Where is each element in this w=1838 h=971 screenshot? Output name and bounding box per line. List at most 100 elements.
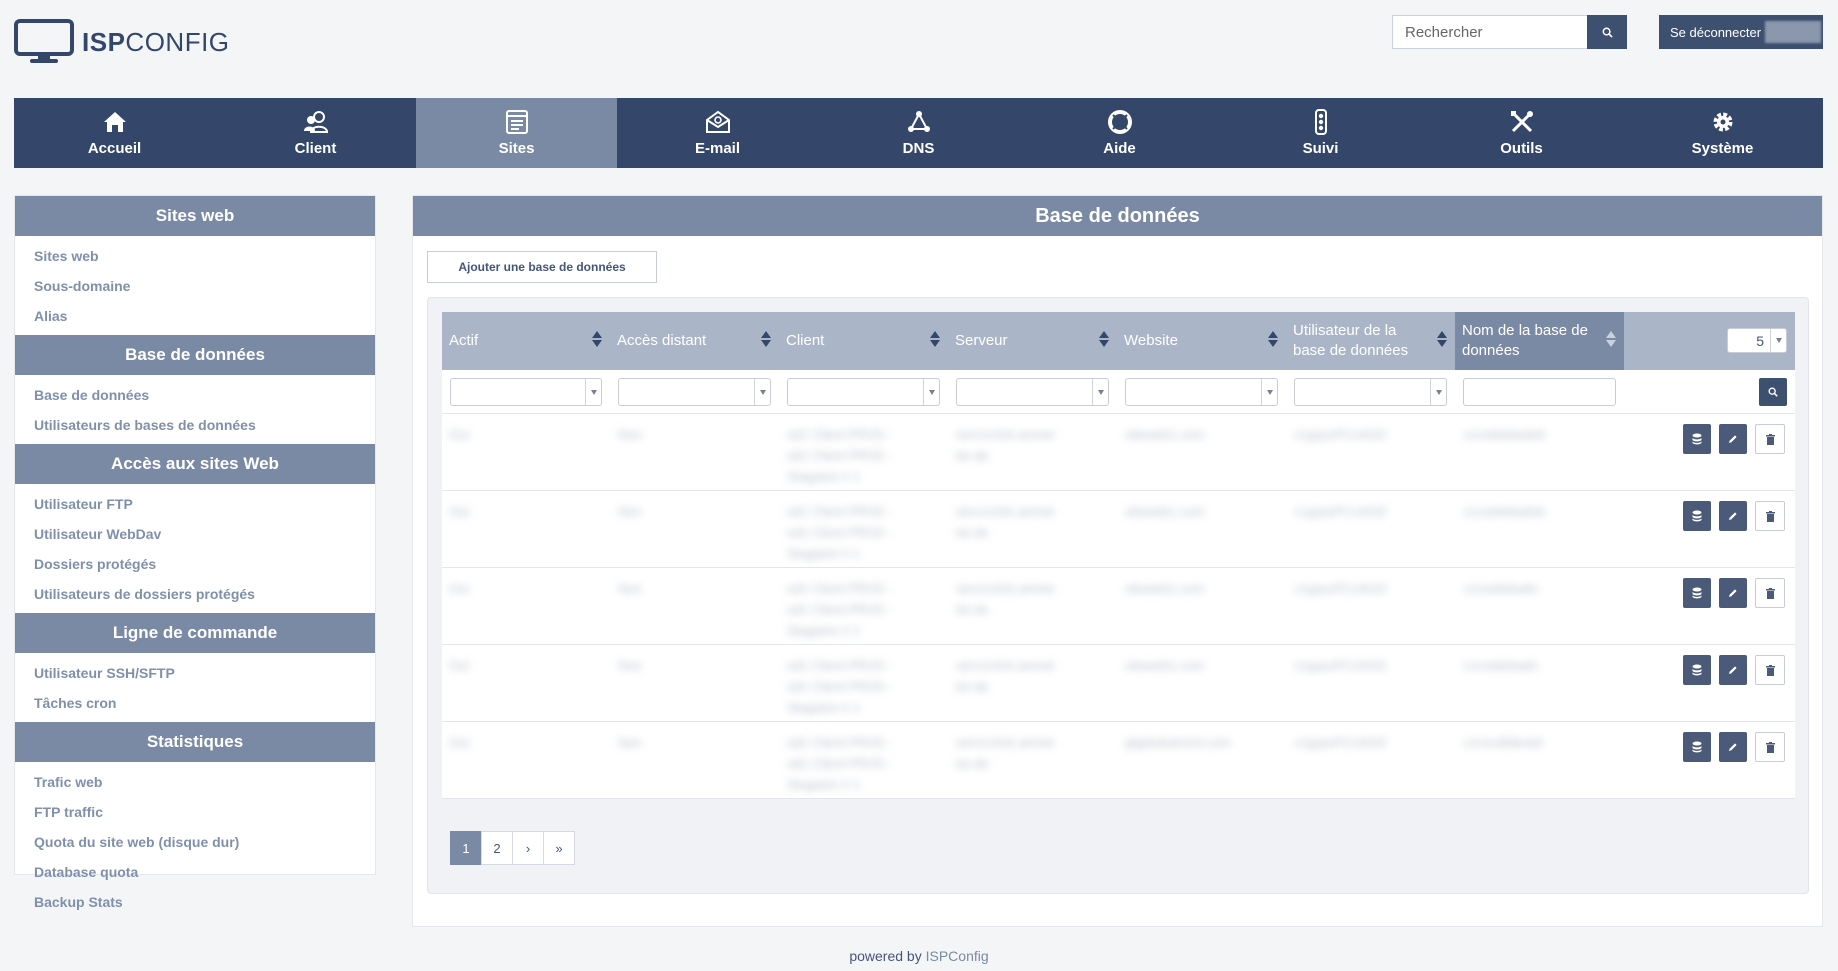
delete-button[interactable] [1755,732,1785,762]
sidebar-item-database-quota[interactable]: Database quota [15,857,375,887]
sort-icon [1099,331,1109,347]
delete-button[interactable] [1755,655,1785,685]
filter-website-select[interactable] [1125,378,1278,406]
pencil-icon [1729,435,1737,443]
edit-button[interactable] [1719,578,1747,608]
edit-button[interactable] [1719,424,1747,454]
table-row: Oui Non sd1 Client PRVD - sd1 Client PRVD… [442,491,1795,568]
sidebar-item-utilisateurs-dossiers-proteges[interactable]: Utilisateurs de dossiers protégés [15,579,375,609]
cell-client: sd1 Client PRVD - sd1 Client PRVD - Stagia… [787,504,893,561]
database-button[interactable] [1683,655,1711,685]
sidebar-item-quota-site-web[interactable]: Quota du site web (disque dur) [15,827,375,857]
last-page-button[interactable]: » [543,831,575,865]
page-title: Base de données [413,196,1822,236]
filter-utilisateur-select[interactable] [1294,378,1447,406]
monitor-logo-icon [14,19,74,63]
delete-button[interactable] [1755,424,1785,454]
footer-brand-link[interactable]: ISPConfig [926,948,989,964]
nav-systeme[interactable]: Système [1622,98,1823,168]
nav-email[interactable]: E-mail [617,98,818,168]
sidebar-item-utilisateur-ftp[interactable]: Utilisateur FTP [15,489,375,519]
column-website[interactable]: Website [1117,312,1286,370]
sidebar-item-ssh-sftp[interactable]: Utilisateur SSH/SFTP [15,658,375,688]
column-client[interactable]: Client [779,312,948,370]
sidebar-item-alias[interactable]: Alias [15,301,375,331]
database-button[interactable] [1683,424,1711,454]
edit-button[interactable] [1719,501,1747,531]
nav-aide[interactable]: Aide [1019,98,1220,168]
next-page-button[interactable]: › [512,831,544,865]
cell-actif: Oui [449,658,470,673]
logout-button[interactable]: Se déconnecter [1659,15,1823,49]
delete-button[interactable] [1755,578,1785,608]
database-icon [1692,510,1702,522]
sidebar-item-ftp-traffic[interactable]: FTP traffic [15,797,375,827]
cell-acces-distant: Non [618,735,642,750]
tools-icon [1510,111,1533,133]
nav-client[interactable]: Client [215,98,416,168]
footer: powered by ISPConfig [0,948,1838,964]
row-actions [1683,424,1785,454]
nav-accueil[interactable]: Accueil [14,98,215,168]
sidebar-item-utilisateurs-bdd[interactable]: Utilisateurs de bases de données [15,410,375,440]
pencil-icon [1729,512,1737,520]
logo-text: ISPCONFIG [82,26,230,57]
table-row: Oui Non sd1 Client PRVD - sd1 Client PRVD… [442,645,1795,722]
search-input[interactable] [1392,15,1587,49]
table-row: Oui Non sd1 Client PRVD - sd1 Client PRVD… [442,414,1795,491]
nav-suivi[interactable]: Suivi [1220,98,1421,168]
nav-dns[interactable]: DNS [818,98,1019,168]
cell-actif: Oui [449,504,470,519]
filter-row [442,370,1795,414]
chevron-down-icon [1092,379,1108,405]
ispconfig-logo[interactable]: ISPCONFIG [14,19,230,65]
filter-search-button[interactable] [1759,378,1787,406]
filter-client-select[interactable] [787,378,940,406]
column-utilisateur-bdd[interactable]: Utilisateur de la base de données [1286,312,1455,370]
sidebar-item-base-de-donnees[interactable]: Base de données [15,380,375,410]
row-actions [1683,655,1785,685]
edit-button[interactable] [1719,732,1747,762]
filter-acces-distant-select[interactable] [618,378,771,406]
filter-serveur-select[interactable] [956,378,1109,406]
chevron-down-icon [923,379,939,405]
sidebar-item-sites-web[interactable]: Sites web [15,241,375,271]
chevron-down-icon [585,379,601,405]
database-button[interactable] [1683,578,1711,608]
trash-icon [1765,741,1775,753]
sidebar-section-sites-web: Sites web [15,196,375,236]
nav-outils[interactable]: Outils [1421,98,1622,168]
filter-nom-bdd-input[interactable] [1463,378,1616,406]
cell-utilisateur: c1grpuPCcAGD [1294,581,1387,596]
database-button[interactable] [1683,732,1711,762]
sidebar-item-sous-domaine[interactable]: Sous-domaine [15,271,375,301]
cell-acces-distant: Non [618,504,642,519]
per-page-select[interactable]: 5 [1727,328,1787,353]
column-actif[interactable]: Actif [442,312,610,370]
page-2-button[interactable]: 2 [481,831,513,865]
trash-icon [1765,587,1775,599]
delete-button[interactable] [1755,501,1785,531]
column-serveur[interactable]: Serveur [948,312,1117,370]
database-button[interactable] [1683,501,1711,531]
nav-sites[interactable]: Sites [416,98,617,168]
sidebar-item-utilisateur-webdav[interactable]: Utilisateur WebDav [15,519,375,549]
column-nom-bdd[interactable]: Nom de la base de données [1455,312,1624,370]
row-actions [1683,732,1785,762]
column-acces-distant[interactable]: Accès distant [610,312,779,370]
cell-website: siteweb1.com [1125,427,1205,442]
sidebar-item-backup-stats[interactable]: Backup Stats [15,887,375,917]
page-1-button[interactable]: 1 [450,831,482,865]
database-icon [1692,587,1702,599]
sidebar-item-trafic-web[interactable]: Trafic web [15,767,375,797]
sidebar-item-taches-cron[interactable]: Tâches cron [15,688,375,718]
sort-icon [1437,331,1447,347]
cell-nom-bdd: c1cscdfdbvbd [1463,735,1543,750]
add-database-button[interactable]: Ajouter une base de données [427,251,657,283]
search-button[interactable] [1587,15,1627,49]
sidebar-item-dossiers-proteges[interactable]: Dossiers protégés [15,549,375,579]
users-icon [303,111,328,133]
filter-actif-select[interactable] [450,378,602,406]
edit-button[interactable] [1719,655,1747,685]
footer-prefix: powered by [849,948,922,964]
